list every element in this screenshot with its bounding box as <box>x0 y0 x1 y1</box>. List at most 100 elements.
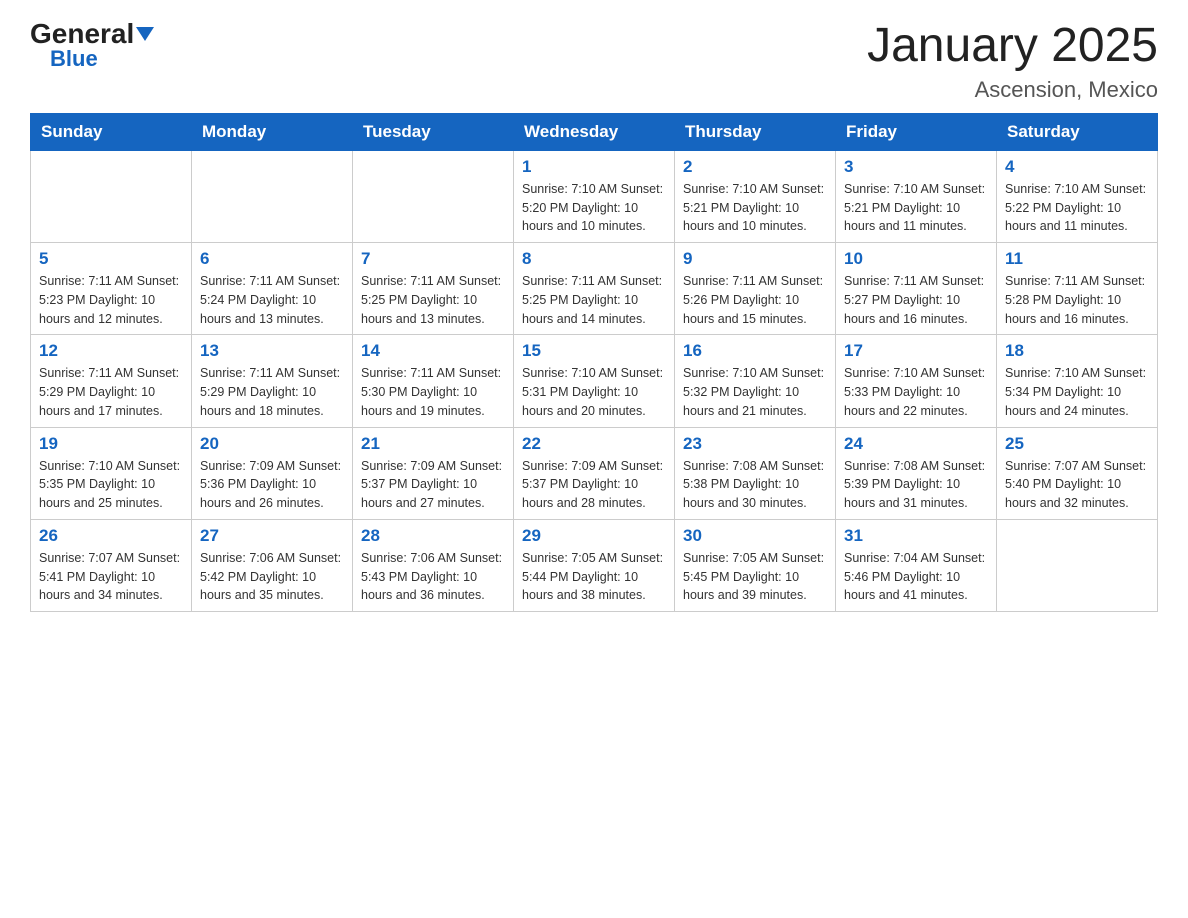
day-info: Sunrise: 7:07 AM Sunset: 5:41 PM Dayligh… <box>39 549 183 605</box>
day-info: Sunrise: 7:10 AM Sunset: 5:32 PM Dayligh… <box>683 364 827 420</box>
calendar-cell: 17Sunrise: 7:10 AM Sunset: 5:33 PM Dayli… <box>836 335 997 427</box>
day-info: Sunrise: 7:08 AM Sunset: 5:39 PM Dayligh… <box>844 457 988 513</box>
day-info: Sunrise: 7:11 AM Sunset: 5:29 PM Dayligh… <box>39 364 183 420</box>
calendar-header-wednesday: Wednesday <box>514 113 675 150</box>
day-info: Sunrise: 7:10 AM Sunset: 5:31 PM Dayligh… <box>522 364 666 420</box>
logo-general-text: General <box>30 20 154 48</box>
calendar-cell: 15 Sunrise: 7:10 AM Sunset: 5:31 PM Dayli… <box>514 335 675 427</box>
calendar-week-1: 1Sunrise: 7:10 AM Sunset: 5:20 PM Daylig… <box>31 150 1158 242</box>
day-info: Sunrise: 7:10 AM Sunset: 5:21 PM Dayligh… <box>844 180 988 236</box>
day-number: 28 <box>361 526 505 546</box>
day-number: 8 <box>522 249 666 269</box>
calendar-header-thursday: Thursday <box>675 113 836 150</box>
day-number: 3 <box>844 157 988 177</box>
day-info: Sunrise: 7:11 AM Sunset: 5:24 PM Dayligh… <box>200 272 344 328</box>
calendar-header-tuesday: Tuesday <box>353 113 514 150</box>
day-info: Sunrise: 7:10 AM Sunset: 5:22 PM Dayligh… <box>1005 180 1149 236</box>
day-number: 20 <box>200 434 344 454</box>
day-info: Sunrise: 7:05 AM Sunset: 5:44 PM Dayligh… <box>522 549 666 605</box>
calendar-cell: 29 Sunrise: 7:05 AM Sunset: 5:44 PM Dayli… <box>514 519 675 611</box>
subtitle: Ascension, Mexico <box>867 77 1158 103</box>
calendar-cell: 5 Sunrise: 7:11 AM Sunset: 5:23 PM Daylig… <box>31 243 192 335</box>
calendar-cell: 10 Sunrise: 7:11 AM Sunset: 5:27 PM Dayli… <box>836 243 997 335</box>
calendar-cell: 1Sunrise: 7:10 AM Sunset: 5:20 PM Daylig… <box>514 150 675 242</box>
day-number: 30 <box>683 526 827 546</box>
day-info: Sunrise: 7:11 AM Sunset: 5:30 PM Dayligh… <box>361 364 505 420</box>
page-header: General Blue January 2025 Ascension, Mex… <box>30 20 1158 103</box>
calendar-cell: 7 Sunrise: 7:11 AM Sunset: 5:25 PM Daylig… <box>353 243 514 335</box>
day-number: 26 <box>39 526 183 546</box>
calendar-table: SundayMondayTuesdayWednesdayThursdayFrid… <box>30 113 1158 612</box>
calendar-cell: 26 Sunrise: 7:07 AM Sunset: 5:41 PM Dayli… <box>31 519 192 611</box>
day-info: Sunrise: 7:11 AM Sunset: 5:25 PM Dayligh… <box>522 272 666 328</box>
calendar-week-3: 12 Sunrise: 7:11 AM Sunset: 5:29 PM Dayli… <box>31 335 1158 427</box>
calendar-cell: 16 Sunrise: 7:10 AM Sunset: 5:32 PM Dayli… <box>675 335 836 427</box>
day-number: 12 <box>39 341 183 361</box>
calendar-week-2: 5 Sunrise: 7:11 AM Sunset: 5:23 PM Daylig… <box>31 243 1158 335</box>
day-info: Sunrise: 7:04 AM Sunset: 5:46 PM Dayligh… <box>844 549 988 605</box>
day-info: Sunrise: 7:09 AM Sunset: 5:37 PM Dayligh… <box>361 457 505 513</box>
calendar-cell: 22Sunrise: 7:09 AM Sunset: 5:37 PM Dayli… <box>514 427 675 519</box>
calendar-header-sunday: Sunday <box>31 113 192 150</box>
calendar-cell <box>997 519 1158 611</box>
calendar-body: 1Sunrise: 7:10 AM Sunset: 5:20 PM Daylig… <box>31 150 1158 611</box>
day-number: 9 <box>683 249 827 269</box>
day-info: Sunrise: 7:10 AM Sunset: 5:35 PM Dayligh… <box>39 457 183 513</box>
calendar-cell: 14 Sunrise: 7:11 AM Sunset: 5:30 PM Dayli… <box>353 335 514 427</box>
calendar-cell: 23Sunrise: 7:08 AM Sunset: 5:38 PM Dayli… <box>675 427 836 519</box>
day-number: 11 <box>1005 249 1149 269</box>
day-info: Sunrise: 7:07 AM Sunset: 5:40 PM Dayligh… <box>1005 457 1149 513</box>
calendar-cell: 12 Sunrise: 7:11 AM Sunset: 5:29 PM Dayli… <box>31 335 192 427</box>
calendar-cell: 13 Sunrise: 7:11 AM Sunset: 5:29 PM Dayli… <box>192 335 353 427</box>
day-number: 1 <box>522 157 666 177</box>
calendar-header-saturday: Saturday <box>997 113 1158 150</box>
day-number: 2 <box>683 157 827 177</box>
day-number: 27 <box>200 526 344 546</box>
day-info: Sunrise: 7:11 AM Sunset: 5:29 PM Dayligh… <box>200 364 344 420</box>
calendar-week-5: 26 Sunrise: 7:07 AM Sunset: 5:41 PM Dayli… <box>31 519 1158 611</box>
calendar-cell: 6 Sunrise: 7:11 AM Sunset: 5:24 PM Daylig… <box>192 243 353 335</box>
day-info: Sunrise: 7:09 AM Sunset: 5:36 PM Dayligh… <box>200 457 344 513</box>
calendar-cell: 28 Sunrise: 7:06 AM Sunset: 5:43 PM Dayli… <box>353 519 514 611</box>
day-info: Sunrise: 7:10 AM Sunset: 5:34 PM Dayligh… <box>1005 364 1149 420</box>
day-number: 23 <box>683 434 827 454</box>
day-info: Sunrise: 7:11 AM Sunset: 5:28 PM Dayligh… <box>1005 272 1149 328</box>
calendar-cell: 30Sunrise: 7:05 AM Sunset: 5:45 PM Dayli… <box>675 519 836 611</box>
day-number: 19 <box>39 434 183 454</box>
day-number: 7 <box>361 249 505 269</box>
day-number: 29 <box>522 526 666 546</box>
title-section: January 2025 Ascension, Mexico <box>867 20 1158 103</box>
day-number: 22 <box>522 434 666 454</box>
day-number: 4 <box>1005 157 1149 177</box>
day-info: Sunrise: 7:11 AM Sunset: 5:25 PM Dayligh… <box>361 272 505 328</box>
day-number: 25 <box>1005 434 1149 454</box>
calendar-cell <box>192 150 353 242</box>
day-number: 15 <box>522 341 666 361</box>
day-info: Sunrise: 7:06 AM Sunset: 5:43 PM Dayligh… <box>361 549 505 605</box>
calendar-cell: 21Sunrise: 7:09 AM Sunset: 5:37 PM Dayli… <box>353 427 514 519</box>
day-number: 5 <box>39 249 183 269</box>
day-number: 13 <box>200 341 344 361</box>
day-info: Sunrise: 7:11 AM Sunset: 5:27 PM Dayligh… <box>844 272 988 328</box>
calendar-cell: 19 Sunrise: 7:10 AM Sunset: 5:35 PM Dayli… <box>31 427 192 519</box>
day-info: Sunrise: 7:11 AM Sunset: 5:23 PM Dayligh… <box>39 272 183 328</box>
calendar-cell: 11 Sunrise: 7:11 AM Sunset: 5:28 PM Dayli… <box>997 243 1158 335</box>
calendar-cell: 9 Sunrise: 7:11 AM Sunset: 5:26 PM Daylig… <box>675 243 836 335</box>
calendar-cell: 18 Sunrise: 7:10 AM Sunset: 5:34 PM Dayli… <box>997 335 1158 427</box>
day-number: 24 <box>844 434 988 454</box>
calendar-header-friday: Friday <box>836 113 997 150</box>
calendar-cell: 25 Sunrise: 7:07 AM Sunset: 5:40 PM Dayli… <box>997 427 1158 519</box>
calendar-cell: 20 Sunrise: 7:09 AM Sunset: 5:36 PM Dayli… <box>192 427 353 519</box>
day-info: Sunrise: 7:11 AM Sunset: 5:26 PM Dayligh… <box>683 272 827 328</box>
day-number: 31 <box>844 526 988 546</box>
calendar-cell: 2 Sunrise: 7:10 AM Sunset: 5:21 PM Daylig… <box>675 150 836 242</box>
day-number: 16 <box>683 341 827 361</box>
logo-triangle-icon <box>136 27 154 41</box>
day-number: 10 <box>844 249 988 269</box>
day-info: Sunrise: 7:10 AM Sunset: 5:21 PM Dayligh… <box>683 180 827 236</box>
day-number: 18 <box>1005 341 1149 361</box>
logo: General Blue <box>30 20 154 71</box>
day-number: 6 <box>200 249 344 269</box>
calendar-cell: 24 Sunrise: 7:08 AM Sunset: 5:39 PM Dayli… <box>836 427 997 519</box>
day-number: 14 <box>361 341 505 361</box>
